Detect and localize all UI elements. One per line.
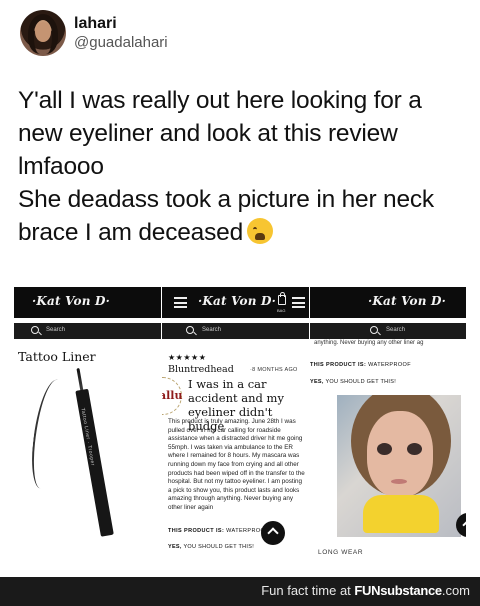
tweet-text: Y'all I was really out here looking for …	[18, 84, 468, 249]
screenshot-panel-product: ·Kat Von D· Search Tattoo Liner Tattoo L…	[14, 287, 161, 557]
tweet-line: lmfaooo	[18, 153, 104, 180]
avatar[interactable]	[20, 10, 66, 56]
search-icon	[31, 326, 39, 334]
attr-label: THIS PRODUCT IS:	[168, 528, 225, 534]
liner-swatch	[28, 377, 70, 491]
award-badge: allu	[162, 377, 182, 415]
search-icon	[370, 326, 378, 334]
screenshot-panel-review: ·Kat Von D· BAG Search ★★★★★ Bluntredhea…	[162, 287, 309, 557]
review-text-cut: anything. Never buying any other liner a…	[314, 340, 424, 346]
search-bar[interactable]: Search	[162, 323, 309, 339]
tweet-line-last: brace I am deceased	[18, 216, 468, 249]
avatar-face	[35, 22, 51, 42]
site-header: ·Kat Von D·	[14, 287, 161, 318]
menu-icon[interactable]	[292, 297, 305, 308]
recommendation: YES, YOU SHOULD GET THIS!	[168, 544, 254, 550]
scroll-top-button[interactable]	[261, 521, 285, 545]
review-time: ·8 MONTHS AGO	[250, 367, 298, 373]
tweet-line: brace I am deceased	[18, 219, 244, 246]
photo-eye	[377, 443, 392, 455]
site-header: ·Kat Von D· BAG	[162, 287, 309, 318]
brand-logo[interactable]: ·Kat Von D·	[368, 294, 446, 308]
rec-value: YOU SHOULD GET THIS!	[183, 544, 255, 550]
search-bar[interactable]: Search	[14, 323, 161, 339]
product-attribute: THIS PRODUCT IS: WATERPROOF	[310, 362, 411, 368]
product-attribute: THIS PRODUCT IS: WATERPROOF	[168, 528, 269, 534]
menu-icon[interactable]	[174, 297, 187, 308]
badge-text: allu	[162, 389, 183, 402]
photo-mouth	[391, 479, 407, 484]
watermark-prefix: Fun fact time at	[261, 583, 355, 598]
site-header: ·Kat Von D·	[310, 287, 466, 318]
display-name[interactable]: lahari	[74, 15, 117, 33]
screenshot-panel-photo: ·Kat Von D· Search anything. Never buyin…	[310, 287, 466, 557]
watermark-footer: Fun fact time at FUNsubstance.com	[0, 577, 480, 606]
eyeliner-pen-image: Tattoo Liner · Trooper	[68, 367, 117, 537]
watermark-text: Fun fact time at FUNsubstance.com	[261, 583, 470, 598]
pen-tip	[76, 367, 84, 393]
photo-neck-brace	[363, 495, 439, 533]
feature-caption: LONG WEAR	[318, 549, 364, 556]
review-body: This product is truly amazing. June 28th…	[168, 418, 305, 511]
tweet-line: new eyeliner and look at this review	[18, 120, 398, 147]
search-placeholder: Search	[202, 327, 222, 333]
rec-label: YES,	[168, 544, 182, 550]
search-placeholder: Search	[386, 327, 406, 333]
watermark-brand: FUNsubstance	[354, 583, 442, 598]
rec-label: YES,	[310, 379, 324, 385]
weary-face-emoji-icon	[247, 218, 274, 244]
product-title: Tattoo Liner	[18, 349, 96, 364]
attr-value: WATERPROOF	[368, 362, 411, 368]
rec-value: YOU SHOULD GET THIS!	[325, 379, 397, 385]
tweet-line: She deadass took a picture in her neck	[18, 186, 434, 213]
tweet-line: Y'all I was really out here looking for …	[18, 87, 422, 114]
review-photo[interactable]	[337, 395, 461, 537]
bag-label: BAG	[277, 308, 286, 313]
search-icon	[186, 326, 194, 334]
attr-label: THIS PRODUCT IS:	[310, 362, 367, 368]
photo-eye	[407, 443, 422, 455]
search-placeholder: Search	[46, 327, 66, 333]
reviewer-name: Bluntredhead	[168, 364, 234, 375]
user-handle[interactable]: @guadalahari	[74, 34, 168, 51]
search-bar[interactable]: Search	[310, 323, 466, 339]
brand-logo[interactable]: ·Kat Von D·	[198, 294, 276, 308]
watermark-suffix: .com	[441, 583, 470, 598]
bag-icon[interactable]	[278, 292, 286, 305]
photo-face	[367, 411, 433, 497]
rating-stars: ★★★★★	[168, 353, 207, 362]
brand-logo[interactable]: ·Kat Von D·	[32, 294, 110, 308]
recommendation: YES, YOU SHOULD GET THIS!	[310, 379, 396, 385]
